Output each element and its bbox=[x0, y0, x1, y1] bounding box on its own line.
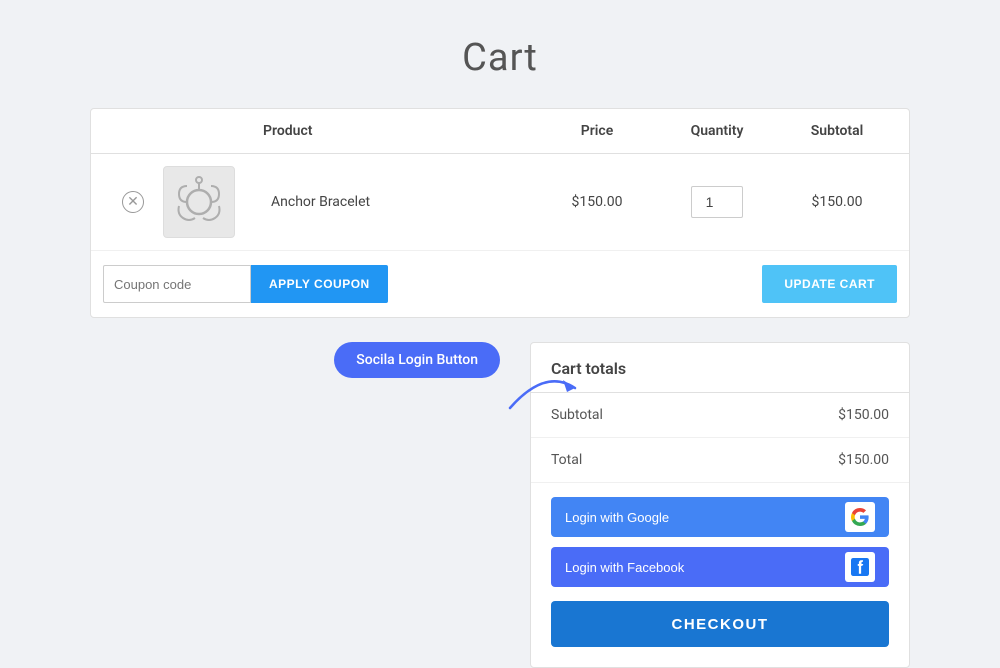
facebook-icon-box bbox=[845, 552, 875, 582]
col-subtotal: Subtotal bbox=[777, 123, 897, 139]
remove-icon[interactable]: ✕ bbox=[122, 191, 144, 213]
total-value: $150.00 bbox=[838, 452, 889, 468]
cart-container: Product Price Quantity Subtotal ✕ bbox=[70, 108, 930, 668]
product-thumbnail bbox=[169, 172, 229, 232]
product-name: Anchor Bracelet bbox=[263, 194, 537, 210]
update-cart-button[interactable]: UPDATE CART bbox=[762, 265, 897, 303]
quantity-input[interactable] bbox=[691, 186, 743, 218]
annotation-wrapper: Socila Login Button bbox=[90, 342, 530, 438]
page-title: Cart bbox=[0, 0, 1000, 108]
checkout-button[interactable]: CHECKOUT bbox=[551, 601, 889, 647]
social-buttons: Login with Google Login with Facebook bbox=[531, 483, 909, 587]
bottom-section: Socila Login Button Cart totals Subtotal… bbox=[90, 342, 910, 668]
coupon-input[interactable] bbox=[103, 265, 251, 303]
col-remove bbox=[103, 123, 163, 139]
subtotal-row: Subtotal $150.00 bbox=[531, 393, 909, 438]
facebook-icon bbox=[851, 558, 869, 576]
google-login-button[interactable]: Login with Google bbox=[551, 497, 889, 537]
annotation-area: Socila Login Button bbox=[90, 342, 530, 498]
quantity-cell bbox=[657, 186, 777, 218]
subtotal-value: $150.00 bbox=[838, 407, 889, 423]
product-subtotal: $150.00 bbox=[777, 194, 897, 210]
col-price: Price bbox=[537, 123, 657, 139]
remove-button[interactable]: ✕ bbox=[103, 191, 163, 213]
google-icon-box bbox=[845, 502, 875, 532]
coupon-section: APPLY COUPON bbox=[103, 265, 388, 303]
facebook-btn-label: Login with Facebook bbox=[565, 560, 684, 575]
cart-table: Product Price Quantity Subtotal ✕ bbox=[90, 108, 910, 318]
total-label: Total bbox=[551, 452, 582, 468]
table-row: ✕ Anchor Bracelet $150.00 $150.00 bbox=[91, 154, 909, 251]
col-quantity: Quantity bbox=[657, 123, 777, 139]
google-btn-label: Login with Google bbox=[565, 510, 669, 525]
cart-totals-title: Cart totals bbox=[531, 343, 909, 393]
product-image bbox=[163, 166, 235, 238]
facebook-login-button[interactable]: Login with Facebook bbox=[551, 547, 889, 587]
col-image bbox=[163, 123, 263, 139]
social-login-label: Socila Login Button bbox=[334, 342, 500, 378]
cart-totals-panel: Cart totals Subtotal $150.00 Total $150.… bbox=[530, 342, 910, 668]
product-price: $150.00 bbox=[537, 194, 657, 210]
annotation-arrow bbox=[505, 358, 585, 418]
cart-actions: APPLY COUPON UPDATE CART bbox=[91, 251, 909, 317]
col-product: Product bbox=[263, 123, 537, 139]
table-header: Product Price Quantity Subtotal bbox=[91, 109, 909, 154]
google-icon bbox=[851, 508, 869, 526]
total-row: Total $150.00 bbox=[531, 438, 909, 483]
apply-coupon-button[interactable]: APPLY COUPON bbox=[251, 265, 388, 303]
